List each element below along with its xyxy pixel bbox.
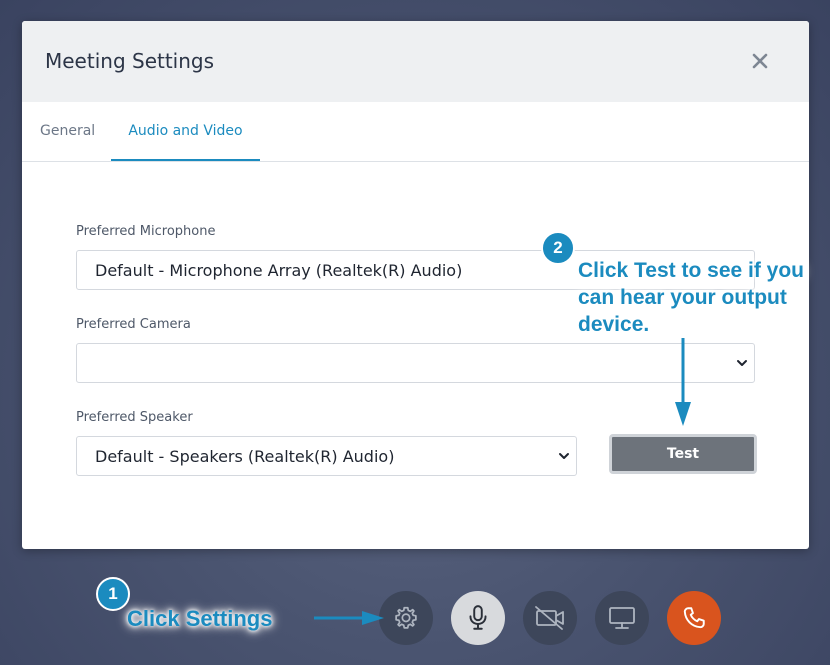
- step-1-instruction: Click Settings: [127, 606, 273, 631]
- chevron-down-icon: [559, 453, 569, 459]
- close-button[interactable]: [748, 49, 772, 73]
- chevron-down-icon: [737, 360, 747, 366]
- camera-off-icon: [535, 606, 564, 630]
- step-2-instruction: Click Test to see if you can hear your o…: [578, 259, 805, 336]
- step-2-badge: 2: [541, 231, 575, 265]
- microphone-select-value: Default - Microphone Array (Realtek(R) A…: [95, 261, 463, 280]
- gear-icon: [395, 606, 417, 629]
- hang-up-button[interactable]: [667, 591, 721, 645]
- camera-toggle-button[interactable]: [523, 591, 577, 645]
- microphone-label: Preferred Microphone: [76, 224, 216, 239]
- callout-arrow-right-icon: [314, 611, 384, 625]
- microphone-button[interactable]: [451, 591, 505, 645]
- settings-button[interactable]: [379, 591, 433, 645]
- speaker-label: Preferred Speaker: [76, 410, 193, 425]
- speaker-select[interactable]: Default - Speakers (Realtek(R) Audio): [76, 436, 577, 476]
- test-button[interactable]: Test: [609, 434, 757, 474]
- tab-audio-and-video[interactable]: Audio and Video: [111, 102, 260, 161]
- dialog-title: Meeting Settings: [45, 49, 215, 73]
- microphone-icon: [469, 605, 487, 630]
- phone-hangup-icon: [683, 607, 705, 629]
- screen-share-button[interactable]: [595, 591, 649, 645]
- screen-share-icon: [609, 607, 635, 629]
- speaker-select-value: Default - Speakers (Realtek(R) Audio): [95, 447, 395, 466]
- close-icon: [752, 53, 768, 69]
- tab-general[interactable]: General: [40, 102, 95, 161]
- step-1-badge: 1: [96, 577, 130, 611]
- dialog-header: Meeting Settings: [22, 21, 809, 102]
- camera-label: Preferred Camera: [76, 317, 191, 332]
- camera-select[interactable]: [76, 343, 755, 383]
- tab-bar: General Audio and Video: [22, 102, 809, 162]
